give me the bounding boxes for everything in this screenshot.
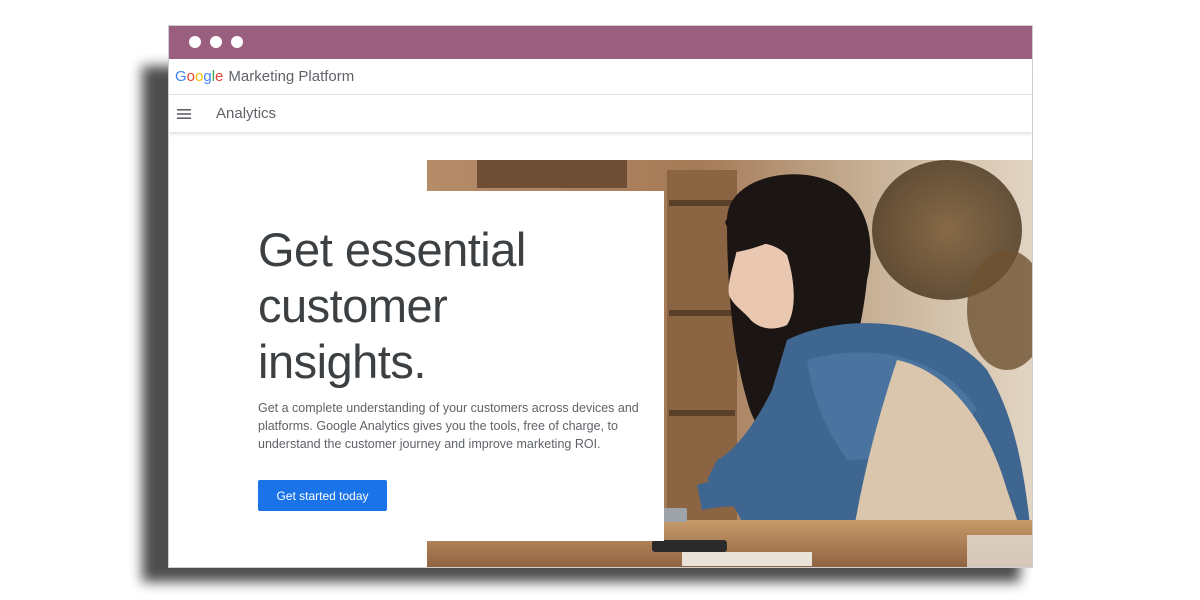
window-minimize-dot[interactable] xyxy=(210,36,222,48)
google-logo-letter: g xyxy=(203,68,212,85)
hero-card: Get essential customer insights. Get a c… xyxy=(169,191,664,541)
hero-headline: Get essential customer insights. xyxy=(258,222,658,390)
brand-bar: Google Marketing Platform xyxy=(169,59,1032,95)
google-logo: Google xyxy=(175,68,223,85)
google-marketing-platform-logo[interactable]: Google Marketing Platform xyxy=(175,68,354,85)
product-title[interactable]: Analytics xyxy=(216,105,276,122)
headline-line: Get essential xyxy=(258,223,526,276)
google-logo-letter: G xyxy=(175,68,187,85)
google-logo-letter: o xyxy=(186,68,196,85)
google-logo-letter: e xyxy=(215,68,224,85)
brand-subtitle: Marketing Platform xyxy=(228,68,355,85)
window-close-dot[interactable] xyxy=(189,36,201,48)
hamburger-menu-icon[interactable] xyxy=(177,108,191,119)
product-nav: Analytics xyxy=(169,95,1032,132)
hero-description: Get a complete understanding of your cus… xyxy=(258,401,639,451)
window-maximize-dot[interactable] xyxy=(231,36,243,48)
browser-window: Google Marketing Platform Analytics Get … xyxy=(168,25,1033,568)
headline-line: customer xyxy=(258,279,448,332)
headline-line: insights. xyxy=(258,335,426,388)
get-started-button[interactable]: Get started today xyxy=(258,480,387,511)
window-titlebar xyxy=(169,26,1032,59)
